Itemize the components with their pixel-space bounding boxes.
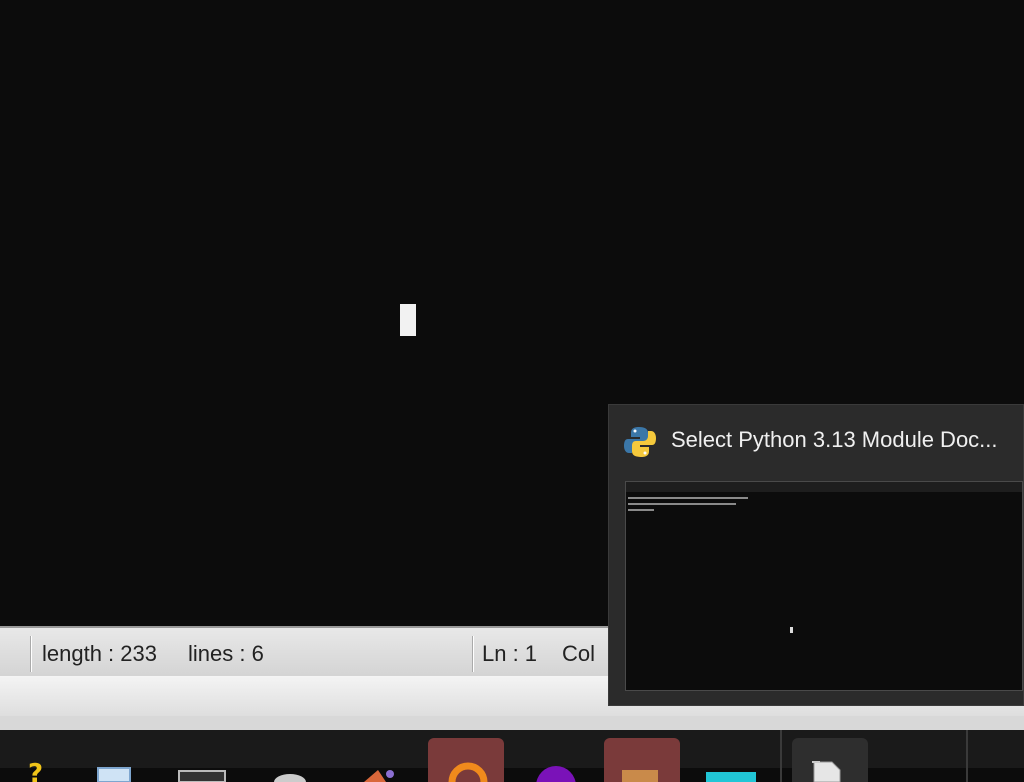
status-lines: lines : 6 xyxy=(188,641,264,666)
thumbnail-cursor xyxy=(790,627,793,633)
taskbar-folder-button[interactable] xyxy=(604,738,680,782)
purple-app-icon xyxy=(536,766,576,782)
status-line-number: Ln : 1 xyxy=(482,641,538,666)
svg-text:?: ? xyxy=(28,762,43,782)
status-separator xyxy=(472,636,474,672)
taskbar: ? xyxy=(0,716,1024,782)
taskbar-orange-app-button[interactable] xyxy=(428,738,504,782)
status-length: length : 233 xyxy=(42,641,157,666)
text-cursor xyxy=(400,304,416,336)
taskbar-separator xyxy=(966,730,968,782)
preview-thumbnail xyxy=(625,481,1023,691)
taskbar-media-button[interactable] xyxy=(348,738,424,782)
document-icon xyxy=(812,761,841,782)
recycle-icon xyxy=(274,774,306,782)
notepad-icon xyxy=(97,767,131,782)
taskbar-help-button[interactable]: ? xyxy=(10,738,86,782)
status-separator xyxy=(30,636,32,672)
thumbnail-text-line xyxy=(628,497,748,499)
taskbar-document-button[interactable] xyxy=(792,738,868,782)
taskbar-cyan-app-button[interactable] xyxy=(694,738,770,782)
media-icon xyxy=(364,770,394,782)
taskbar-notepad-button[interactable] xyxy=(86,738,162,782)
status-column: Col xyxy=(562,641,596,666)
preview-window-title: Select Python 3.13 Module Doc... xyxy=(671,427,998,452)
orange-app-icon xyxy=(448,762,488,782)
taskbar-separator xyxy=(780,730,782,782)
folder-icon xyxy=(622,770,658,782)
thumbnail-text-line xyxy=(628,503,736,505)
thumbnail-titlebar xyxy=(626,482,1022,492)
python-icon xyxy=(624,427,656,457)
help-icon: ? xyxy=(28,762,43,782)
cyan-app-icon xyxy=(706,772,756,782)
thumbnail-text-line xyxy=(628,509,654,511)
taskbar-thumbnail-preview[interactable]: Select Python 3.13 Module Doc... xyxy=(608,404,1024,706)
taskbar-terminal-button[interactable] xyxy=(170,738,246,782)
taskbar-recycle-button[interactable] xyxy=(262,738,338,782)
terminal-icon xyxy=(178,770,226,782)
taskbar-purple-app-button[interactable] xyxy=(518,738,594,782)
